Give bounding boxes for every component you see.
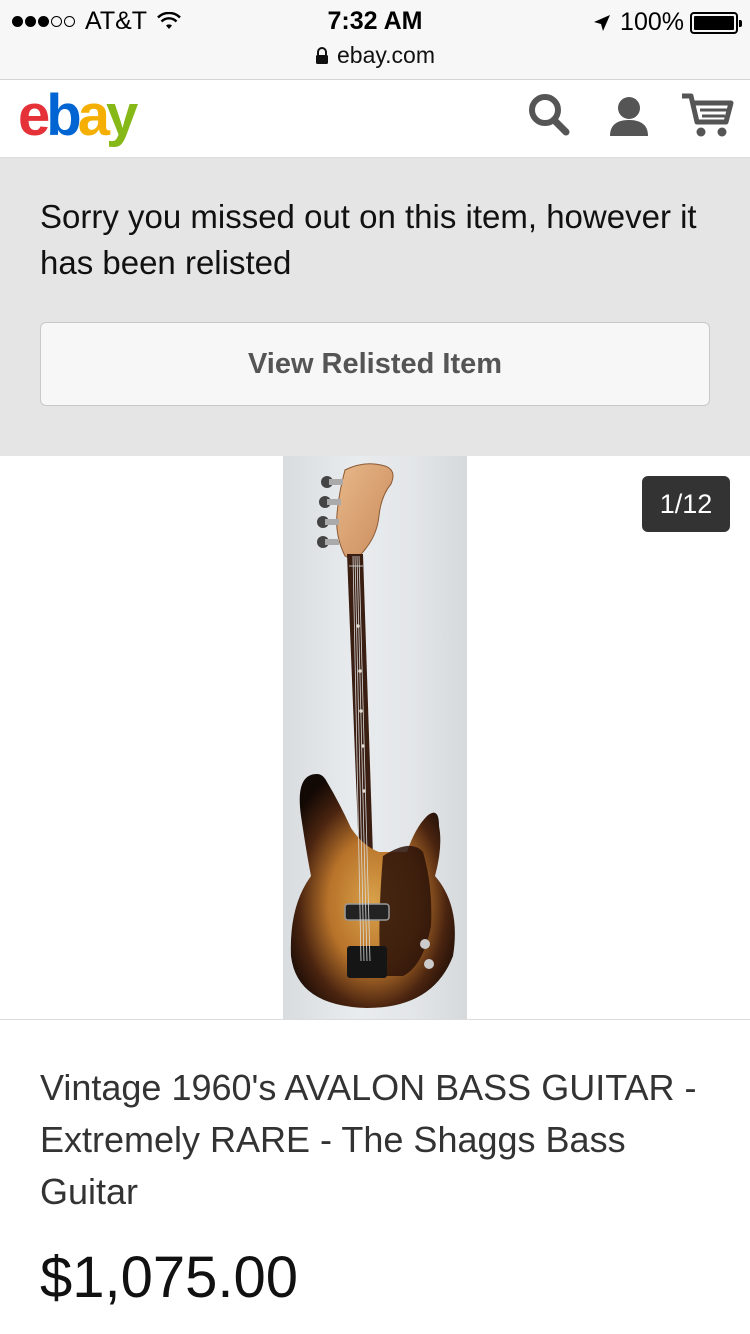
item-price: $1,075.00 bbox=[40, 1245, 299, 1310]
logo-letter-b: b bbox=[46, 83, 81, 148]
logo-letter-a: a bbox=[77, 83, 110, 148]
battery-icon bbox=[690, 11, 742, 34]
view-relisted-item-button[interactable]: View Relisted Item bbox=[40, 322, 710, 406]
search-icon[interactable] bbox=[524, 90, 574, 140]
url-domain: ebay.com bbox=[336, 42, 435, 68]
status-bar: AT&T 7:32 AM 100% ebay.com bbox=[0, 0, 750, 80]
battery-percentage: 100% bbox=[620, 8, 684, 36]
bass-guitar-image bbox=[290, 463, 455, 1008]
url-bar[interactable]: ebay.com bbox=[0, 42, 750, 69]
status-right: 100% bbox=[592, 8, 742, 37]
item-photo[interactable] bbox=[283, 456, 467, 1019]
item-image-gallery[interactable]: 1/12 bbox=[0, 456, 750, 1020]
ebay-logo[interactable]: ebay bbox=[18, 82, 138, 149]
site-header: ebay bbox=[0, 80, 750, 158]
account-icon[interactable] bbox=[604, 90, 654, 140]
image-counter: 1/12 bbox=[642, 476, 730, 532]
logo-letter-e: e bbox=[18, 83, 50, 148]
cart-icon[interactable] bbox=[680, 90, 736, 140]
relisted-banner: Sorry you missed out on this item, howev… bbox=[0, 158, 750, 456]
logo-letter-y: y bbox=[105, 83, 138, 148]
location-arrow-icon bbox=[594, 14, 611, 31]
item-title: Vintage 1960's AVALON BASS GUITAR - Extr… bbox=[40, 1067, 697, 1212]
relisted-message: Sorry you missed out on this item, howev… bbox=[40, 198, 697, 281]
lock-icon bbox=[315, 46, 328, 64]
